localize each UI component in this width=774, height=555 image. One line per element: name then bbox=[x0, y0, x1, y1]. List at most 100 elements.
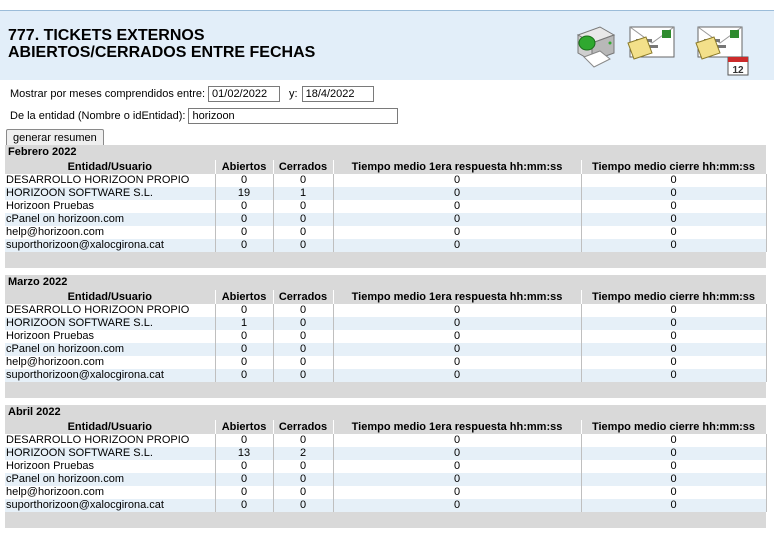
value-cell: 0 bbox=[333, 213, 582, 226]
table-row: HORIZOON SOFTWARE S.L. 13 2 0 0 bbox=[5, 447, 767, 460]
table-row: suporthorizoon@xalocgirona.cat 0 0 0 0 bbox=[5, 499, 767, 512]
value-cell: 0 bbox=[333, 187, 582, 200]
column-header: Cerrados bbox=[273, 290, 334, 304]
column-header: Entidad/Usuario bbox=[5, 290, 216, 304]
value-cell: 0 bbox=[333, 317, 582, 330]
value-cell: 0 bbox=[333, 447, 582, 460]
value-cell: 0 bbox=[333, 330, 582, 343]
summary-table: Entidad/Usuario Abiertos Cerrados Tiempo me… bbox=[5, 160, 767, 252]
value-cell: 0 bbox=[273, 473, 334, 486]
entity-cell: help@horizoon.com bbox=[5, 486, 216, 499]
column-header: Cerrados bbox=[273, 420, 334, 434]
value-cell: 0 bbox=[215, 499, 274, 512]
value-cell: 0 bbox=[333, 200, 582, 213]
filter-form: Mostrar por meses comprendidos entre: y:… bbox=[6, 84, 770, 150]
table-row: DESARROLLO HORIZOON PROPIO 0 0 0 0 bbox=[5, 304, 767, 317]
value-cell: 0 bbox=[273, 356, 334, 369]
table-row: cPanel on horizoon.com 0 0 0 0 bbox=[5, 213, 767, 226]
value-cell: 0 bbox=[273, 200, 334, 213]
value-cell: 0 bbox=[273, 343, 334, 356]
value-cell: 0 bbox=[215, 200, 274, 213]
value-cell: 0 bbox=[215, 239, 274, 252]
entity-cell: cPanel on horizoon.com bbox=[5, 213, 216, 226]
email-schedule-icon[interactable]: 12 bbox=[694, 21, 754, 82]
entity-cell: HORIZOON SOFTWARE S.L. bbox=[5, 187, 216, 200]
value-cell: 0 bbox=[273, 304, 334, 317]
value-cell: 0 bbox=[215, 460, 274, 473]
value-cell: 0 bbox=[581, 447, 767, 460]
table-row: cPanel on horizoon.com 0 0 0 0 bbox=[5, 343, 767, 356]
value-cell: 0 bbox=[333, 226, 582, 239]
value-cell: 0 bbox=[273, 369, 334, 382]
value-cell: 0 bbox=[273, 174, 334, 187]
date-range-label: Mostrar por meses comprendidos entre: bbox=[10, 88, 206, 100]
table-row: help@horizoon.com 0 0 0 0 bbox=[5, 486, 767, 499]
column-header: Tiempo medio 1era respuesta hh:mm:ss bbox=[333, 420, 582, 434]
month-title: Marzo 2022 bbox=[5, 275, 766, 290]
value-cell: 0 bbox=[333, 486, 582, 499]
date-from-input[interactable] bbox=[208, 86, 281, 102]
value-cell: 0 bbox=[581, 486, 767, 499]
value-cell: 0 bbox=[581, 499, 767, 512]
page-title-line1: 777. TICKETS EXTERNOS bbox=[8, 27, 205, 44]
column-header: Abiertos bbox=[215, 290, 274, 304]
month-footer-bar bbox=[5, 512, 766, 528]
month-title: Abril 2022 bbox=[5, 405, 766, 420]
value-cell: 0 bbox=[333, 499, 582, 512]
column-header: Abiertos bbox=[215, 160, 274, 174]
and-label: y: bbox=[289, 88, 298, 100]
column-header: Tiempo medio 1era respuesta hh:mm:ss bbox=[333, 160, 582, 174]
value-cell: 0 bbox=[581, 434, 767, 447]
entity-label: De la entidad (Nombre o idEntidad): bbox=[10, 110, 186, 122]
printer-icon[interactable] bbox=[570, 21, 618, 74]
column-header: Entidad/Usuario bbox=[5, 420, 216, 434]
entity-cell: HORIZOON SOFTWARE S.L. bbox=[5, 317, 216, 330]
report-header: 777. TICKETS EXTERNOS ABIERTOS/CERRADOS … bbox=[0, 10, 774, 80]
value-cell: 0 bbox=[581, 174, 767, 187]
entity-cell: DESARROLLO HORIZOON PROPIO bbox=[5, 434, 216, 447]
column-header: Cerrados bbox=[273, 160, 334, 174]
column-header: Tiempo medio cierre hh:mm:ss bbox=[581, 420, 767, 434]
month-section: Febrero 2022 Entidad/Usuario Abiertos Cerra… bbox=[5, 145, 767, 268]
value-cell: 0 bbox=[581, 187, 767, 200]
month-title: Febrero 2022 bbox=[5, 145, 766, 160]
column-header: Tiempo medio cierre hh:mm:ss bbox=[581, 160, 767, 174]
column-header: Abiertos bbox=[215, 420, 274, 434]
column-header: Entidad/Usuario bbox=[5, 160, 216, 174]
entity-cell: suporthorizoon@xalocgirona.cat bbox=[5, 499, 216, 512]
entity-cell: suporthorizoon@xalocgirona.cat bbox=[5, 239, 216, 252]
value-cell: 1 bbox=[273, 187, 334, 200]
value-cell: 0 bbox=[215, 213, 274, 226]
table-row: HORIZOON SOFTWARE S.L. 1 0 0 0 bbox=[5, 317, 767, 330]
value-cell: 1 bbox=[215, 317, 274, 330]
email-icon[interactable] bbox=[626, 21, 678, 70]
value-cell: 0 bbox=[581, 304, 767, 317]
table-header-row: Entidad/Usuario Abiertos Cerrados Tiempo me… bbox=[5, 160, 767, 174]
entity-cell: Horizoon Pruebas bbox=[5, 330, 216, 343]
table-header-row: Entidad/Usuario Abiertos Cerrados Tiempo me… bbox=[5, 290, 767, 304]
value-cell: 0 bbox=[273, 317, 334, 330]
value-cell: 0 bbox=[215, 486, 274, 499]
month-footer-bar bbox=[5, 382, 766, 398]
value-cell: 0 bbox=[333, 473, 582, 486]
value-cell: 0 bbox=[581, 330, 767, 343]
value-cell: 0 bbox=[581, 317, 767, 330]
entity-input[interactable] bbox=[188, 108, 399, 124]
value-cell: 0 bbox=[215, 174, 274, 187]
table-row: help@horizoon.com 0 0 0 0 bbox=[5, 226, 767, 239]
value-cell: 0 bbox=[333, 304, 582, 317]
value-cell: 0 bbox=[333, 460, 582, 473]
entity-row: De la entidad (Nombre o idEntidad): bbox=[10, 106, 770, 126]
date-to-input[interactable] bbox=[301, 86, 374, 102]
table-row: suporthorizoon@xalocgirona.cat 0 0 0 0 bbox=[5, 239, 767, 252]
table-row: DESARROLLO HORIZOON PROPIO 0 0 0 0 bbox=[5, 174, 767, 187]
entity-cell: cPanel on horizoon.com bbox=[5, 473, 216, 486]
entity-cell: DESARROLLO HORIZOON PROPIO bbox=[5, 174, 216, 187]
table-row: Horizoon Pruebas 0 0 0 0 bbox=[5, 460, 767, 473]
value-cell: 0 bbox=[273, 330, 334, 343]
value-cell: 0 bbox=[273, 213, 334, 226]
value-cell: 0 bbox=[215, 473, 274, 486]
entity-cell: Horizoon Pruebas bbox=[5, 460, 216, 473]
month-section: Marzo 2022 Entidad/Usuario Abiertos Cerrado… bbox=[5, 275, 767, 398]
value-cell: 0 bbox=[581, 343, 767, 356]
